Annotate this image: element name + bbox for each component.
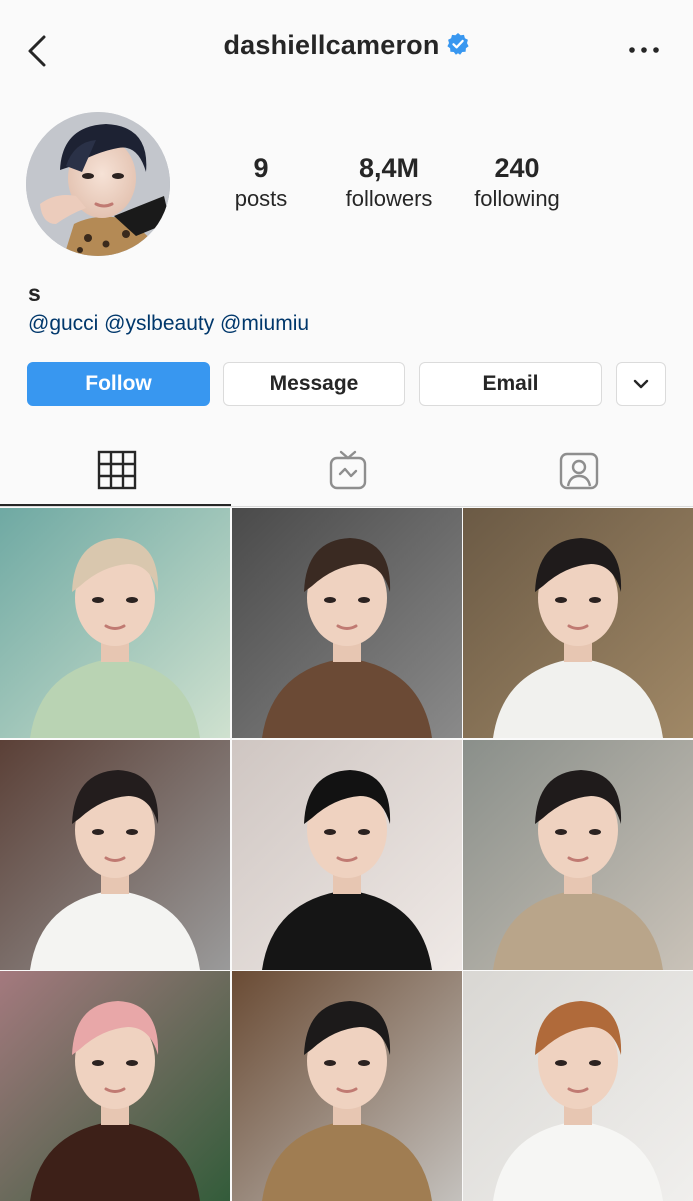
post-thumbnail[interactable] (232, 971, 462, 1201)
tagged-person-icon (559, 452, 599, 490)
top-bar: dashiellcameron (0, 0, 693, 100)
profile-avatar[interactable] (26, 112, 170, 256)
post-thumbnail[interactable] (463, 740, 693, 970)
following-stat[interactable]: 240 following (442, 152, 592, 214)
more-options-button[interactable] (626, 38, 662, 62)
post-image (493, 1001, 663, 1201)
suggested-accounts-button[interactable] (616, 362, 666, 406)
avatar-portrait (26, 112, 170, 256)
igtv-icon (329, 450, 367, 490)
post-thumbnail[interactable] (463, 508, 693, 738)
posts-grid (0, 508, 693, 1201)
email-button[interactable]: Email (419, 362, 602, 406)
tab-divider (0, 506, 693, 507)
tab-igtv[interactable] (231, 440, 462, 506)
tab-grid[interactable] (0, 440, 231, 506)
post-thumbnail[interactable] (463, 971, 693, 1201)
more-horizontal-icon (629, 47, 659, 53)
post-thumbnail[interactable] (0, 971, 230, 1201)
verified-badge-icon (446, 32, 469, 55)
profile-tabs (0, 440, 693, 506)
following-count: 240 (494, 153, 540, 183)
chevron-down-icon (633, 379, 649, 389)
post-image (493, 538, 663, 738)
following-label: following (474, 186, 560, 211)
post-image (30, 770, 200, 970)
post-image (30, 538, 200, 738)
post-image (493, 770, 663, 970)
grid-icon (97, 450, 137, 490)
follow-button[interactable]: Follow (27, 362, 210, 406)
post-thumbnail[interactable] (232, 740, 462, 970)
post-image (262, 1001, 432, 1201)
post-image (262, 770, 432, 970)
bio-mentions[interactable]: @gucci @yslbeauty @miumiu (28, 312, 309, 336)
post-thumbnail[interactable] (232, 508, 462, 738)
message-button[interactable]: Message (223, 362, 405, 406)
post-image (30, 1001, 200, 1201)
post-thumbnail[interactable] (0, 508, 230, 738)
profile-username: dashiellcameron (223, 30, 440, 60)
tab-tagged[interactable] (462, 440, 693, 506)
title-wrap: dashiellcameron (0, 30, 693, 61)
post-thumbnail[interactable] (0, 740, 230, 970)
post-image (262, 538, 432, 738)
profile-full-name: s (28, 280, 41, 306)
